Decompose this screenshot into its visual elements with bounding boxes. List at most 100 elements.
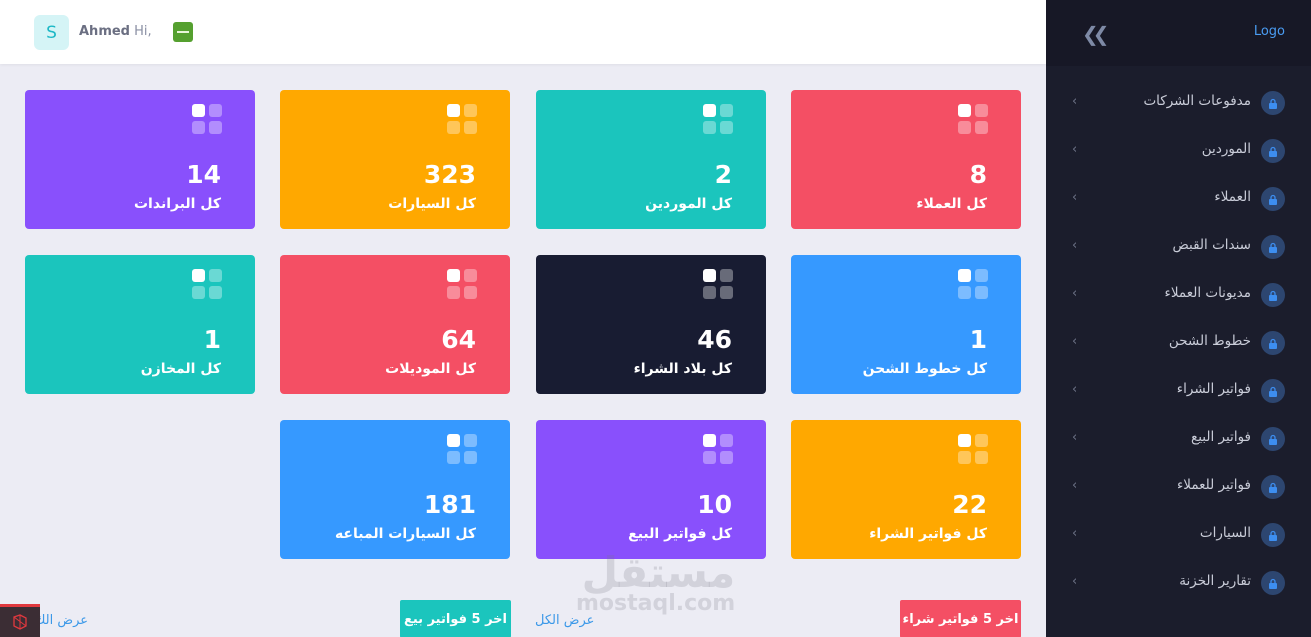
chevron-left-icon: ‹ — [1072, 478, 1078, 493]
chevron-left-icon: ‹ — [1072, 190, 1078, 205]
stat-label: كل بلاد الشراء — [633, 361, 732, 377]
apps-icon — [447, 434, 477, 464]
sidebar-item[interactable]: فواتير البيع ‹ — [1046, 415, 1311, 463]
chevron-left-icon: ‹ — [1072, 286, 1078, 301]
sidebar-item-label: الموردين — [1201, 141, 1251, 157]
sidebar-menu: مدفوعات الشركات ‹ الموردين ‹ العملاء ‹ سندات ا… — [1046, 79, 1311, 607]
sidebar-item-label: مدفوعات الشركات — [1143, 93, 1251, 109]
user-avatar[interactable]: S — [34, 15, 69, 50]
sidebar-item[interactable]: الموردين ‹ — [1046, 127, 1311, 175]
stat-card[interactable]: 46 كل بلاد الشراء — [536, 255, 766, 394]
greeting-text: Hi, — [134, 24, 152, 39]
stat-card[interactable]: 181 كل السيارات المباعه — [280, 420, 510, 559]
user-name: Ahmed — [79, 24, 130, 39]
view-all-link-2[interactable]: عرض الك — [32, 613, 88, 628]
watermark-arabic: مستقل — [581, 548, 736, 597]
stat-card[interactable]: 2 كل الموردين — [536, 90, 766, 229]
sidebar-header: ❮❮ Logo — [1046, 0, 1311, 66]
user-greeting: Ahmed Hi, — [79, 24, 152, 39]
lock-icon — [1261, 91, 1285, 115]
stat-value: 1 — [203, 325, 221, 354]
lock-icon — [1261, 571, 1285, 595]
lock-icon — [1261, 427, 1285, 451]
purchase-invoices-title: اخر 5 فواتير شراء — [902, 611, 1019, 627]
stat-card[interactable]: 10 كل فواتير البيع — [536, 420, 766, 559]
watermark-latin: mostaql.com — [576, 591, 736, 616]
chevron-left-icon: ‹ — [1072, 94, 1078, 109]
lock-icon — [1261, 523, 1285, 547]
apps-icon — [703, 269, 733, 299]
sidebar-item[interactable]: خطوط الشحن ‹ — [1046, 319, 1311, 367]
chevron-left-icon: ‹ — [1072, 334, 1078, 349]
stat-card[interactable]: 1 كل خطوط الشحن — [791, 255, 1021, 394]
stat-value: 22 — [952, 490, 987, 519]
sidebar-item-label: فواتير الشراء — [1176, 381, 1251, 397]
chevron-left-icon: ‹ — [1072, 238, 1078, 253]
sidebar-item[interactable]: مدفوعات الشركات ‹ — [1046, 79, 1311, 127]
apps-icon — [192, 104, 222, 134]
avatar-initial: S — [46, 22, 57, 43]
stat-label: كل العملاء — [916, 196, 987, 212]
stat-value: 181 — [423, 490, 476, 519]
apps-icon — [958, 434, 988, 464]
sidebar-item-label: سندات القبض — [1172, 237, 1251, 253]
sidebar-item[interactable]: فواتير الشراء ‹ — [1046, 367, 1311, 415]
apps-icon — [447, 269, 477, 299]
stat-label: كل السيارات — [388, 196, 476, 212]
watermark: مستقل mostaql.com — [576, 548, 735, 616]
apps-icon — [958, 269, 988, 299]
lock-icon — [1261, 187, 1285, 211]
stat-card[interactable]: 323 كل السيارات — [280, 90, 510, 229]
lock-icon — [1261, 379, 1285, 403]
latest-purchase-invoices-header: اخر 5 فواتير شراء — [900, 600, 1021, 637]
chevron-left-icon: ‹ — [1072, 142, 1078, 157]
top-bar: S Ahmed Hi, — [0, 0, 1046, 64]
stat-value: 64 — [441, 325, 476, 354]
stat-value: 10 — [697, 490, 732, 519]
stat-label: كل الموردين — [645, 196, 732, 212]
stat-card[interactable]: 64 كل الموديلات — [280, 255, 510, 394]
logo[interactable]: Logo — [1254, 24, 1285, 39]
sidebar-item-label: فواتير للعملاء — [1176, 477, 1251, 493]
sidebar-item-label: خطوط الشحن — [1168, 333, 1251, 349]
collapse-sidebar-icon[interactable]: ❮❮ — [1082, 22, 1109, 46]
stat-value: 46 — [697, 325, 732, 354]
stat-label: كل البراندات — [133, 196, 221, 212]
language-flag-icon[interactable] — [173, 22, 193, 42]
apps-icon — [703, 434, 733, 464]
sidebar-item[interactable]: تقارير الخزنة ‹ — [1046, 559, 1311, 607]
sidebar-item-label: السيارات — [1199, 525, 1251, 541]
stat-card[interactable]: 8 كل العملاء — [791, 90, 1021, 229]
apps-icon — [192, 269, 222, 299]
apps-icon — [703, 104, 733, 134]
chevron-left-icon: ‹ — [1072, 526, 1078, 541]
sidebar-item[interactable]: مديونات العملاء ‹ — [1046, 271, 1311, 319]
stat-label: كل فواتير الشراء — [869, 526, 987, 542]
stat-label: كل الموديلات — [385, 361, 476, 377]
stat-card[interactable]: 14 كل البراندات — [25, 90, 255, 229]
chevron-left-icon: ‹ — [1072, 574, 1078, 589]
apps-icon — [447, 104, 477, 134]
sales-invoices-title: اخر 5 فواتير بيع — [404, 611, 508, 627]
chevron-left-icon: ‹ — [1072, 430, 1078, 445]
stat-value: 8 — [969, 160, 987, 189]
apps-icon — [958, 104, 988, 134]
stat-label: كل السيارات المباعه — [334, 526, 476, 542]
stat-label: كل خطوط الشحن — [862, 361, 987, 377]
stat-card[interactable]: 1 كل المخازن — [25, 255, 255, 394]
sidebar-item[interactable]: فواتير للعملاء ‹ — [1046, 463, 1311, 511]
stat-value: 323 — [423, 160, 476, 189]
stat-label: كل فواتير البيع — [628, 526, 732, 542]
sidebar: ❮❮ Logo مدفوعات الشركات ‹ الموردين ‹ العملاء… — [1046, 0, 1311, 637]
stat-card[interactable]: 22 كل فواتير الشراء — [791, 420, 1021, 559]
sidebar-item[interactable]: سندات القبض ‹ — [1046, 223, 1311, 271]
stat-value: 1 — [969, 325, 987, 354]
sidebar-item[interactable]: السيارات ‹ — [1046, 511, 1311, 559]
sidebar-item[interactable]: العملاء ‹ — [1046, 175, 1311, 223]
sidebar-item-label: فواتير البيع — [1191, 429, 1251, 445]
latest-sales-invoices-header: اخر 5 فواتير بيع — [400, 600, 511, 637]
chevron-left-icon: ‹ — [1072, 382, 1078, 397]
laravel-debug-icon[interactable] — [0, 604, 40, 637]
stat-value: 2 — [714, 160, 732, 189]
stat-value: 14 — [186, 160, 221, 189]
